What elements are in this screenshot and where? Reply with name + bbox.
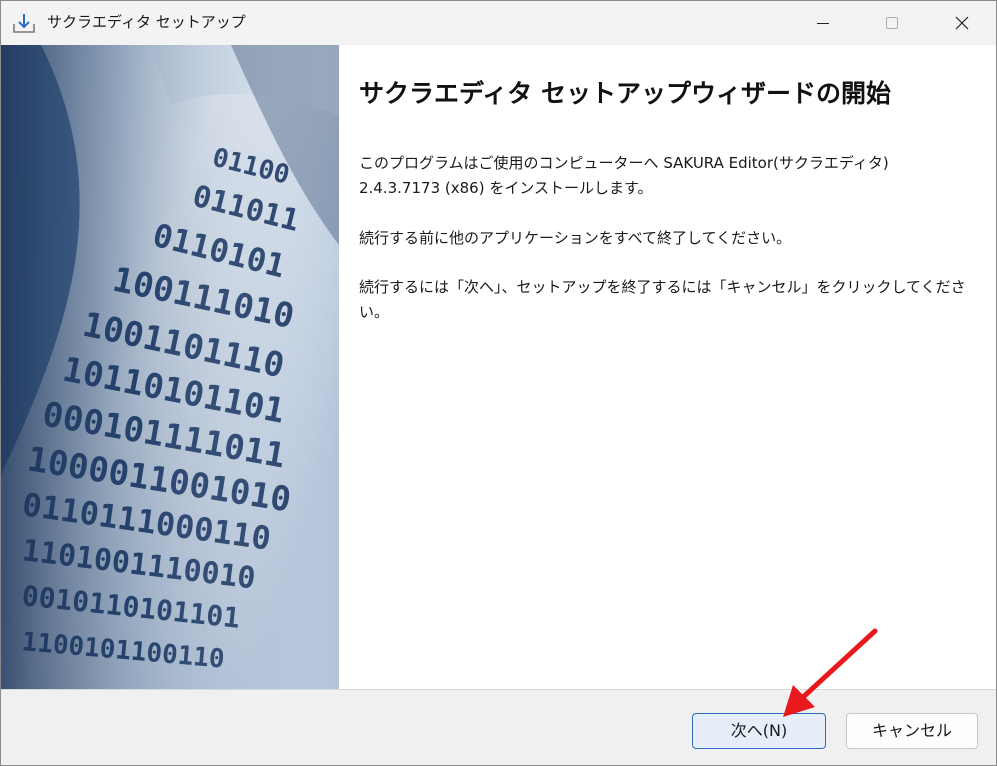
installer-icon (12, 11, 36, 35)
close-apps-paragraph: 続行する前に他のアプリケーションをすべて終了してください。 (359, 229, 792, 247)
wizard-content: サクラエディタ セットアップウィザードの開始 このプログラムはご使用のコンピュー… (339, 45, 996, 689)
minimize-icon (817, 23, 829, 24)
wizard-side-image: 01100 011011 0110101 100111010 100110111… (1, 45, 339, 689)
close-button[interactable] (927, 1, 996, 45)
maximize-icon (886, 17, 898, 29)
continue-line-1: 続行するには「次へ」、セットアップを終了するには「キャンセル」をクリックしてくだ… (359, 278, 966, 296)
window-title: サクラエディタ セットアップ (47, 13, 246, 31)
continue-line-2: い。 (359, 303, 390, 321)
wizard-heading: サクラエディタ セットアップウィザードの開始 (359, 79, 891, 108)
close-icon (955, 16, 969, 30)
intro-line-2: 2.4.3.7173 (x86) をインストールします。 (359, 179, 653, 197)
title-bar[interactable]: サクラエディタ セットアップ (1, 1, 996, 45)
minimize-button[interactable] (788, 1, 858, 45)
maximize-button[interactable] (857, 1, 927, 45)
cancel-button[interactable]: キャンセル (846, 713, 978, 749)
next-button[interactable]: 次へ(N) (692, 713, 826, 749)
intro-paragraph: このプログラムはご使用のコンピューターへ SAKURA Editor(サクラエデ… (359, 151, 959, 201)
continue-paragraph: 続行するには「次へ」、セットアップを終了するには「キャンセル」をクリックしてくだ… (359, 275, 966, 325)
intro-line-1: このプログラムはご使用のコンピューターへ SAKURA Editor(サクラエデ… (359, 154, 889, 172)
button-bar: 次へ(N) キャンセル (1, 689, 996, 765)
setup-window: サクラエディタ セットアップ サクラエディタ セットアップウィザードの開始 この… (0, 0, 997, 766)
